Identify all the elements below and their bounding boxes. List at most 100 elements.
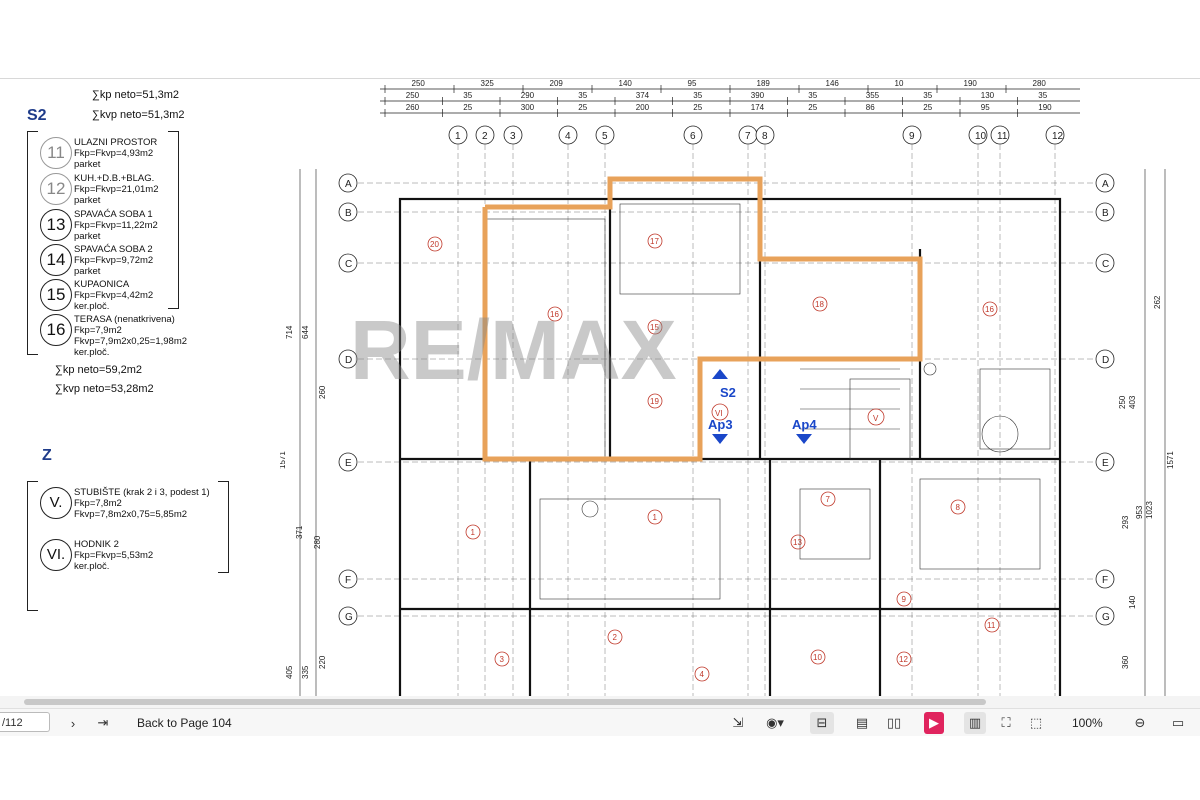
room-floor-2: ker.ploč. [74,347,110,358]
room-number-circle: 15 [40,279,72,311]
dim-value: 200 [636,103,650,112]
dim-value: 25 [923,103,932,112]
room-marker-number: 20 [430,240,439,249]
room-marker-number: 12 [899,655,908,664]
sum-kp-top: ∑kp neto=51,3m2 [92,89,180,101]
legend-room-13: 13 SPAVAĆA SOBA 1 Fkp=Fkvp=11,22m2 parke… [40,209,280,245]
room-number-circle: 11 [40,137,72,169]
dim-value: 95 [981,103,990,112]
axis-row-label: E [1102,458,1109,469]
back-to-page-link[interactable]: Back to Page 104 [137,712,232,734]
room-area: Fkp=Fkvp=5,53m2 [74,550,154,561]
legend-room-16: 16 TERASA (nenatkrivena) Fkp=7,9m2 Fkvp=… [40,314,280,360]
axis-row-label: A [1102,179,1109,190]
single-page-icon[interactable]: ▤ [852,712,872,734]
room-marker-number: 2 [613,633,618,642]
right-dim-value: 250 [1118,395,1127,409]
legend-room-VI: VI. HODNIK 2 Fkp=Fkvp=5,53m2 ker.ploč. [40,539,280,575]
right-dimensions: 1571 1023953 403 262 250 293 140 360 [1118,169,1175,697]
dim-value: 250 [412,79,426,88]
export-icon[interactable]: ⇲ [728,712,748,734]
room-marker-number: 4 [700,670,705,679]
left-dim-value: 405 [285,665,294,679]
right-dim-value: 403 [1128,395,1137,409]
dim-value: 10 [895,79,904,88]
fullscreen-icon[interactable]: ⛶ [996,712,1016,734]
arrow-down-icon [796,434,812,444]
axis-row-label: B [1102,208,1109,219]
room-number-circle: 12 [40,173,72,205]
axis-col-label: 12 [1052,131,1064,142]
interior-details [484,203,1051,600]
dim-row-3: 260 25 300 25 200 25 174 25 86 25 95 190 [384,103,1052,117]
room-area: Fkp=Fkvp=4,93m2 [74,148,154,159]
axis-col-label: 4 [565,131,571,142]
window-top-margin [0,0,1200,78]
arrow-up-icon [712,369,728,379]
dim-value: 190 [1038,103,1052,112]
dim-value: 86 [866,103,875,112]
dim-value: 35 [923,91,932,100]
label-v: V [873,414,879,423]
view-eye-icon[interactable]: ◉▾ [760,712,790,734]
last-page-icon[interactable]: ⇥ [94,712,112,734]
axis-col-label: 5 [602,131,608,142]
label-ap4: Ap4 [792,417,817,432]
room-marker-number: 13 [793,538,802,547]
fit-width-icon[interactable]: ⊟ [810,712,834,734]
room-number-circle: 14 [40,244,72,276]
page-layout-icon[interactable]: ▥ [964,712,986,734]
room-name: STUBIŠTE (krak 2 i 3, podest 1) [74,487,210,498]
legend-bracket-left [27,131,38,355]
sidebar-toggle-icon[interactable]: ▭ [1160,712,1196,734]
scrollbar-thumb[interactable] [24,699,986,705]
arrow-down-icon [712,434,728,444]
zoom-out-icon[interactable]: ⊖ [1130,712,1150,734]
label-ap3: Ap3 [708,417,733,432]
axis-row-label: G [1102,612,1110,623]
room-area: Fkp=Fkvp=9,72m2 [74,255,154,266]
room-area: Fkp=Fkvp=21,01m2 [74,184,159,195]
dim-value: 325 [481,79,495,88]
floor-plan-drawing[interactable]: 250 325 209 140 95 189 146 10 190 280 250 35 290 35 3… [280,79,1200,697]
right-dim-value: 1571 [1166,451,1175,469]
left-dim-value: 714 [285,325,294,339]
label-vi: VI [715,409,723,418]
room-marker-number: 16 [985,305,994,314]
right-dim-value: 1023 [1145,501,1154,519]
dim-value: 290 [521,91,535,100]
room-marker-number: 17 [650,237,659,246]
dim-value: 260 [406,103,420,112]
room-marker-number: 19 [650,397,659,406]
room-marker-number: 3 [500,655,505,664]
document-viewport[interactable]: ∑kp neto=51,3m2 ∑kvp neto=51,3m2 S2 11 U… [0,78,1200,697]
axis-col-label: 11 [997,131,1008,142]
room-number-circle: VI. [40,539,72,571]
room-floor: Fkvp=7,8m2x0,75=5,85m2 [74,509,188,520]
page-number-input[interactable]: /112 [0,712,50,732]
legend-room-15: 15 KUPAONICA Fkp=Fkvp=4,42m2 ker.ploč. [40,279,280,315]
dim-value: 35 [693,91,702,100]
two-page-icon[interactable]: ▯▯ [884,712,904,734]
axis-col-label: 10 [975,131,987,142]
left-dim-value: 260 [318,385,327,399]
label-s2: S2 [720,385,736,400]
zoom-level[interactable]: 100% [1072,712,1103,734]
room-legend: ∑kp neto=51,3m2 ∑kvp neto=51,3m2 S2 11 U… [0,79,300,619]
dim-value: 190 [964,79,978,88]
play-icon[interactable]: ▶ [924,712,944,734]
room-floor: ker.ploč. [74,561,110,572]
room-marker-number: 18 [815,300,824,309]
dim-value: 374 [636,91,650,100]
remax-watermark: RE/MAX [350,303,677,397]
left-dimensions: 714 644 260 1571 371 280 405 335 220 [280,169,327,697]
crop-icon[interactable]: ⬚ [1026,712,1046,734]
room-marker-number: 8 [956,503,961,512]
room-name: HODNIK 2 [74,539,119,550]
left-dim-value: 220 [318,655,327,669]
dim-value: 390 [751,91,765,100]
axis-row-label: D [1102,355,1109,366]
right-dim-value: 293 [1121,515,1130,529]
room-marker-number: 1 [471,528,476,537]
next-page-icon[interactable]: › [64,712,82,734]
